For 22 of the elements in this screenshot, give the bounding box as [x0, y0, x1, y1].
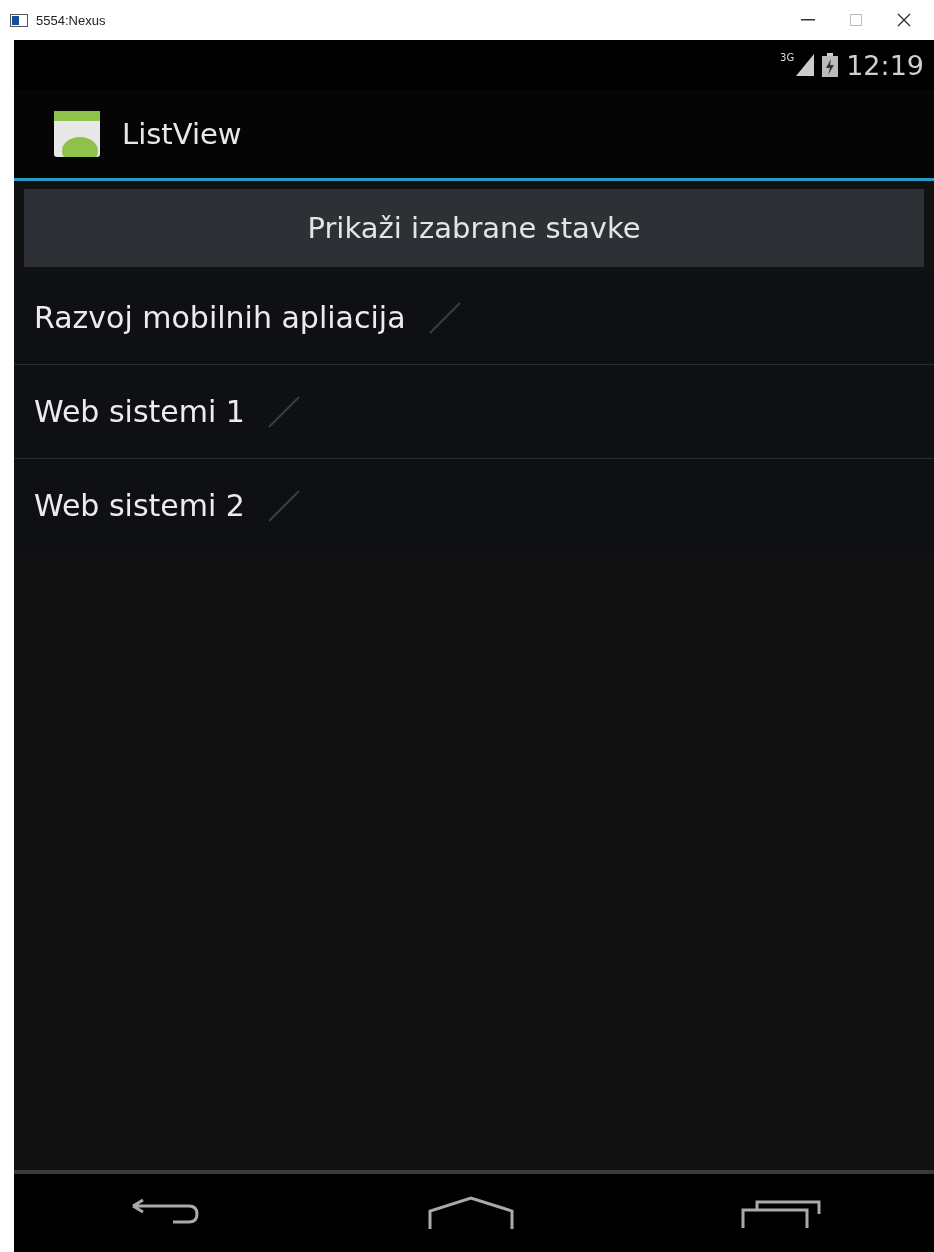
- checkbox-icon[interactable]: [266, 488, 301, 523]
- home-button[interactable]: [426, 1195, 516, 1231]
- item-label: Web sistemi 2: [34, 488, 245, 523]
- app-icon: [10, 13, 28, 27]
- network-type: 3G: [780, 52, 795, 63]
- app-title: ListView: [122, 117, 242, 151]
- checkbox-icon[interactable]: [266, 394, 301, 429]
- item-label: Razvoj mobilnih apliacija: [34, 300, 406, 335]
- item-label: Web sistemi 1: [34, 394, 245, 429]
- list-item[interactable]: Web sistemi 1: [14, 365, 934, 459]
- checkbox-icon[interactable]: [427, 300, 462, 335]
- show-selected-button[interactable]: Prikaži izabrane stavke: [24, 189, 924, 267]
- signal-icon: [796, 54, 815, 76]
- maximize-icon: [850, 14, 862, 26]
- close-icon: [897, 13, 911, 27]
- battery-icon: [822, 53, 839, 77]
- list-item[interactable]: Razvoj mobilnih apliacija: [14, 271, 934, 365]
- clock: 12:19: [846, 49, 924, 81]
- list-item[interactable]: Web sistemi 2: [14, 459, 934, 552]
- window-title: 5554:Nexus: [36, 12, 107, 28]
- app-icon: [54, 111, 100, 157]
- minimize-icon: [801, 19, 815, 21]
